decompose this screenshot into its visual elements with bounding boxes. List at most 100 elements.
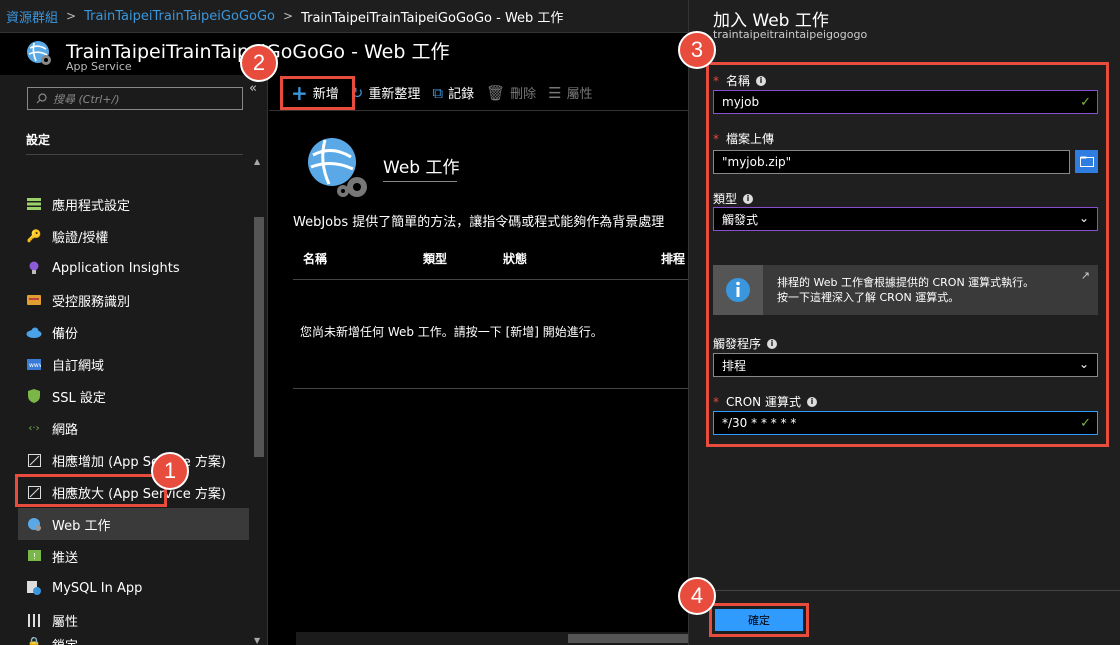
cron-value: */30 * * * * * (722, 416, 797, 430)
key-icon: 🔑 (26, 229, 42, 243)
ok-button[interactable]: 確定 (715, 609, 803, 631)
valid-check-icon: ✓ (1080, 95, 1091, 110)
webjobs-hero-icon (308, 138, 367, 197)
info-icon[interactable]: i (806, 396, 817, 407)
logs-label: 記錄 (448, 87, 475, 102)
nav-item-app-settings[interactable]: 應用程式設定 (18, 188, 249, 220)
info-icon[interactable]: i (743, 193, 754, 204)
file-upload-input[interactable]: "myjob.zip" (713, 150, 1070, 174)
nav-item-custom-domain[interactable]: www 自訂網域 (18, 348, 249, 380)
nav-item-label: 受控服務識別 (52, 294, 131, 310)
nav-item-backup[interactable]: 備份 (18, 316, 249, 348)
breadcrumb-separator: > (66, 9, 77, 23)
push-icon: ! (26, 548, 42, 564)
refresh-button[interactable]: ↻ 重新整理 (351, 83, 421, 103)
upload-label: * 檔案上傳 (713, 130, 774, 147)
breadcrumb-resource-group[interactable]: TrainTaipeiTrainTaipeiGoGoGo (84, 9, 275, 24)
info-icon[interactable]: i (767, 338, 778, 349)
nav-item-label: 備份 (52, 326, 79, 342)
webjobs-content: + 新增 ↻ 重新整理 ⧉ 記錄 🗑 刪除 ☰ 屬性 Web 工作 WebJob… (269, 75, 688, 645)
menu-scrollbar[interactable]: ▲ ▼ (251, 157, 266, 645)
add-webjob-blade: 加入 Web 工作 traintaipeitraintaipeigogogo *… (688, 0, 1120, 645)
horizontal-scrollbar[interactable] (296, 632, 688, 645)
delete-button[interactable]: 🗑 刪除 (486, 83, 536, 103)
column-header-name[interactable]: 名稱 (303, 237, 327, 279)
nav-item-label: 網路 (52, 422, 79, 438)
search-placeholder: 搜尋 (Ctrl+/) (53, 92, 120, 106)
nav-item-label: 驗證/授權 (52, 230, 109, 246)
nav-item-webjobs[interactable]: Web 工作 (18, 508, 249, 540)
nav-item-label: Application Insights (52, 260, 180, 276)
column-header-status[interactable]: 狀態 (503, 237, 527, 279)
info-circle-icon (713, 265, 763, 315)
nav-item-properties[interactable]: 屬性 (18, 604, 249, 636)
scale-up-icon (26, 452, 42, 468)
nav-item-mysql[interactable]: MySQL In App (18, 572, 249, 604)
nav-item-label: 推送 (52, 550, 79, 566)
column-header-type[interactable]: 類型 (423, 237, 447, 279)
properties-button[interactable]: ☰ 屬性 (548, 83, 593, 103)
scrollbar-thumb[interactable] (568, 634, 688, 643)
heading-underline (383, 181, 457, 182)
valid-check-icon: ✓ (1080, 416, 1091, 431)
svg-text:www: www (29, 362, 41, 369)
highlight-webjobs-nav (15, 474, 167, 507)
nav-item-application-insights[interactable]: Application Insights (18, 252, 249, 284)
breadcrumb: 資源群組 > TrainTaipeiTrainTaipeiGoGoGo > Tr… (0, 0, 688, 33)
info-icon[interactable]: i (756, 75, 767, 86)
logs-button[interactable]: ⧉ 記錄 (432, 83, 475, 103)
type-value: 觸發式 (722, 212, 759, 227)
required-marker: * (713, 73, 719, 88)
nav-item-ssl[interactable]: SSL 設定 (18, 380, 249, 412)
cloud-backup-icon (26, 324, 42, 340)
domain-icon: www (26, 356, 42, 372)
browse-folder-button[interactable] (1075, 150, 1098, 173)
nav-item-label: 屬性 (52, 614, 79, 630)
type-select[interactable]: 觸發式 ⌄ (713, 207, 1098, 231)
nav-item-label: 相應增加 (App Service 方案) (52, 454, 226, 470)
lock-icon: 🔒 (26, 636, 42, 645)
properties-label: 屬性 (566, 87, 593, 102)
trash-icon: 🗑 (486, 83, 506, 102)
menu-search-input[interactable]: 搜尋 (Ctrl+/) (27, 87, 243, 110)
page-subtitle: App Service (66, 60, 132, 73)
highlight-add-button (280, 76, 355, 110)
footer-divider (689, 590, 1120, 591)
name-input[interactable]: myjob ✓ (713, 90, 1098, 114)
identity-card-icon (26, 292, 42, 308)
nav-item-network[interactable]: ‹·› 網路 (18, 412, 249, 444)
empty-state-message: 您尚未新增任何 Web 工作。請按一下 [新增] 開始進行。 (300, 325, 603, 339)
nav-item-auth[interactable]: 🔑 驗證/授權 (18, 220, 249, 252)
breadcrumb-separator: > (283, 9, 294, 23)
search-icon (36, 93, 47, 104)
scrollbar-thumb[interactable] (254, 217, 264, 457)
nav-item-lock[interactable]: 🔒 鎖定 (18, 635, 249, 645)
refresh-label: 重新整理 (368, 87, 421, 102)
nav-item-managed-identity[interactable]: 受控服務識別 (18, 284, 249, 316)
nav-item-push[interactable]: ! 推送 (18, 540, 249, 572)
nav-item-label: MySQL In App (52, 580, 143, 596)
collapse-menu-icon[interactable]: « (249, 81, 257, 96)
cron-info-banner[interactable]: 排程的 Web 工作會根據提供的 CRON 運算式執行。 按一下這裡深入了解 C… (713, 265, 1098, 315)
breadcrumb-resource-groups[interactable]: 資源群組 (6, 7, 58, 26)
shield-icon (26, 388, 42, 404)
table-divider (293, 279, 688, 280)
folder-icon (1079, 156, 1094, 167)
app-service-globe-icon (27, 41, 51, 65)
chevron-down-icon: ⌄ (1078, 211, 1089, 225)
cron-input[interactable]: */30 * * * * * ✓ (713, 411, 1098, 435)
breadcrumb-current: TrainTaipeiTrainTaipeiGoGoGo - Web 工作 (301, 10, 564, 26)
external-link-icon[interactable]: ↗ (1081, 269, 1090, 282)
callout-badge-4: 4 (678, 577, 716, 615)
app-settings-icon (26, 196, 42, 212)
webjobs-icon (26, 516, 42, 532)
webjobs-heading: Web 工作 (383, 158, 460, 178)
scroll-down-icon[interactable]: ▼ (254, 636, 260, 645)
type-label-text: 類型 (713, 192, 738, 206)
webjobs-description: WebJobs 提供了簡單的方法，讓指令碼或程式能夠作為背景處理 (293, 215, 665, 230)
trigger-label-text: 觸發程序 (713, 337, 762, 351)
column-header-schedule[interactable]: 排程 (661, 237, 685, 279)
nav-item-scale-up[interactable]: 相應增加 (App Service 方案) (18, 444, 249, 476)
trigger-select[interactable]: 排程 ⌄ (713, 353, 1098, 377)
scroll-up-icon[interactable]: ▲ (254, 157, 260, 166)
